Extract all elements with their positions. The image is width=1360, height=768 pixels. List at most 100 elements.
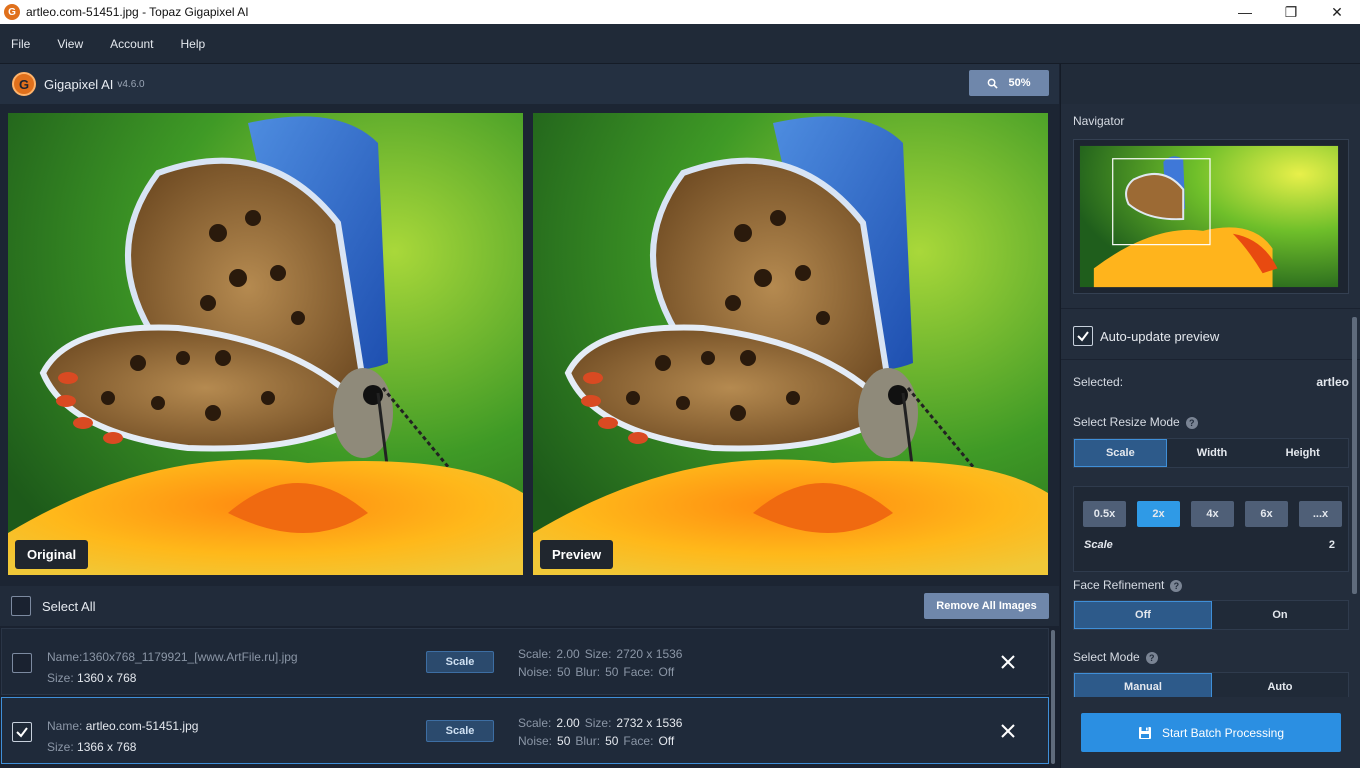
scale-0-5x-button[interactable]: 0.5x: [1083, 501, 1126, 527]
settings-panel: Navigator Auto-update preview Selected: …: [1060, 64, 1360, 768]
auto-update-checkbox[interactable]: [1073, 326, 1093, 346]
navigator-image: [1079, 145, 1339, 288]
app-version: v4.6.0: [117, 78, 145, 90]
list-toolbar: Select All Remove All Images: [0, 586, 1059, 626]
start-batch-processing-button[interactable]: Start Batch Processing: [1081, 713, 1341, 752]
help-icon[interactable]: ?: [1170, 579, 1183, 592]
file-size-label: Size:: [47, 671, 74, 685]
menu-bar: File View Account Help: [0, 24, 1360, 64]
preview-area: Original Preview: [0, 104, 1059, 586]
original-pane[interactable]: Original: [8, 113, 523, 575]
face-label: Face:: [623, 665, 654, 679]
select-all-label[interactable]: Select All: [42, 599, 95, 614]
auto-update-row[interactable]: Auto-update preview: [1073, 326, 1219, 346]
divider: [1061, 308, 1360, 309]
noise-label: Noise:: [518, 734, 553, 748]
select-mode-title-text: Select Mode: [1073, 650, 1140, 664]
file-checkbox[interactable]: [12, 722, 32, 742]
out-size-label: Size:: [584, 647, 612, 661]
file-size-label: Size:: [47, 740, 74, 754]
navigator-title: Navigator: [1073, 114, 1125, 128]
resize-mode-scale[interactable]: Scale: [1074, 439, 1167, 467]
out-size-label: Size:: [584, 716, 612, 730]
checkmark-icon: [1077, 331, 1089, 342]
blur-label: Blur:: [575, 734, 601, 748]
auto-update-label: Auto-update preview: [1100, 328, 1220, 344]
file-size: 1360 x 768: [77, 671, 137, 685]
file-name: 1360x768_1179921_[www.ArtFile.ru].jpg: [82, 650, 298, 664]
menu-help[interactable]: Help: [181, 37, 206, 51]
resize-mode-title: Select Resize Mode?: [1073, 415, 1198, 429]
file-row[interactable]: Name:1360x768_1179921_[www.ArtFile.ru].j…: [1, 628, 1049, 695]
blur-label: Blur:: [575, 665, 601, 679]
close-window-button[interactable]: ✕: [1314, 0, 1360, 24]
scale-4x-button[interactable]: 4x: [1191, 501, 1234, 527]
window-controls: — ❐ ✕: [1222, 0, 1360, 24]
menu-account[interactable]: Account: [110, 37, 153, 51]
panel-header: [1061, 64, 1360, 104]
app-header: G Gigapixel AI v4.6.0 50%: [0, 64, 1059, 104]
selected-value: artleo: [1316, 375, 1349, 389]
preview-pane[interactable]: Preview: [533, 113, 1048, 575]
selected-row: Selected: artleo: [1073, 375, 1349, 389]
remove-all-images-button[interactable]: Remove All Images: [924, 593, 1049, 619]
face-value: Off: [658, 665, 675, 679]
save-icon: [1138, 726, 1151, 739]
window-titlebar: G artleo.com-51451.jpg - Topaz Gigapixel…: [0, 0, 1360, 24]
scale-param: 2.00: [556, 647, 580, 661]
app-name: Gigapixel AI: [44, 76, 114, 92]
file-list-scrollbar[interactable]: [1051, 630, 1055, 764]
resize-mode-width[interactable]: Width: [1166, 439, 1258, 467]
select-mode-title: Select Mode?: [1073, 650, 1158, 664]
scale-param: 2.00: [556, 716, 580, 730]
file-row[interactable]: Name: artleo.com-51451.jpg Size: 1366 x …: [1, 697, 1049, 764]
scale-2x-button[interactable]: 2x: [1137, 501, 1180, 527]
remove-file-icon[interactable]: [998, 721, 1018, 741]
checkmark-icon: [16, 727, 28, 738]
navigator-thumbnail[interactable]: [1073, 139, 1349, 294]
face-refinement-on[interactable]: On: [1212, 601, 1348, 629]
face-label: Face:: [623, 734, 654, 748]
file-mode-button[interactable]: Scale: [426, 651, 494, 673]
help-icon[interactable]: ?: [1145, 651, 1158, 664]
resize-mode-selector: Scale Width Height: [1073, 438, 1349, 468]
noise-label: Noise:: [518, 665, 553, 679]
file-info: Name:1360x768_1179921_[www.ArtFile.ru].j…: [47, 647, 298, 689]
minimize-button[interactable]: —: [1222, 0, 1268, 24]
help-icon[interactable]: ?: [1185, 416, 1198, 429]
menu-view[interactable]: View: [57, 37, 83, 51]
face-value: Off: [658, 734, 675, 748]
file-mode-button[interactable]: Scale: [426, 720, 494, 742]
scale-custom-button[interactable]: ...x: [1299, 501, 1342, 527]
zoom-button[interactable]: 50%: [969, 70, 1049, 96]
file-checkbox[interactable]: [12, 653, 32, 673]
noise-value: 50: [557, 734, 571, 748]
original-image: [8, 113, 523, 575]
noise-value: 50: [557, 665, 571, 679]
panel-footer: Start Batch Processing: [1061, 697, 1360, 768]
out-size: 2732 x 1536: [616, 716, 683, 730]
blur-value: 50: [605, 665, 619, 679]
magnifier-icon: [988, 78, 999, 89]
file-params: Scale: 2.00 Size: 2732 x 1536 Noise: 50 Blur:…: [518, 714, 687, 750]
app-icon: G: [4, 4, 20, 20]
scale-options: 0.5x 2x 4x 6x ...x Scale 2: [1073, 486, 1349, 572]
panel-scrollbar[interactable]: [1352, 317, 1357, 594]
zoom-level: 50%: [1008, 77, 1031, 89]
face-refinement-off[interactable]: Off: [1074, 601, 1212, 629]
resize-mode-height[interactable]: Height: [1257, 439, 1349, 467]
selected-label: Selected:: [1073, 375, 1124, 389]
preview-image: [533, 113, 1048, 575]
maximize-button[interactable]: ❐: [1268, 0, 1314, 24]
preview-label: Preview: [540, 540, 614, 569]
scale-6x-button[interactable]: 6x: [1245, 501, 1288, 527]
remove-file-icon[interactable]: [998, 652, 1018, 672]
face-refinement-title-text: Face Refinement: [1073, 578, 1165, 592]
divider: [1061, 359, 1360, 360]
select-all-checkbox[interactable]: [11, 596, 31, 616]
resize-mode-title-text: Select Resize Mode: [1073, 415, 1180, 429]
file-params: Scale: 2.00 Size: 2720 x 1536 Noise: 50 Blur:…: [518, 645, 687, 681]
scale-value: 2: [1328, 539, 1335, 551]
menu-file[interactable]: File: [11, 37, 30, 51]
original-label: Original: [15, 540, 89, 569]
